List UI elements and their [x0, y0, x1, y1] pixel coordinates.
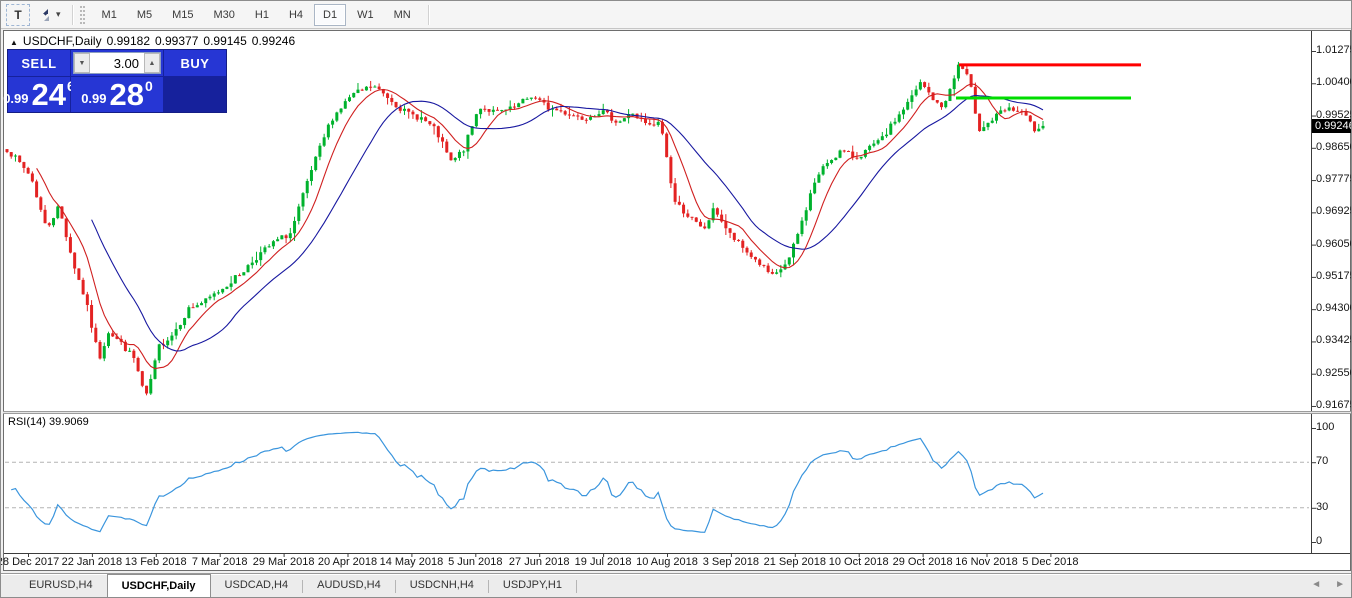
ohlc-open: 0.99182 [107, 34, 150, 48]
timeframe-button-m1[interactable]: M1 [93, 4, 126, 26]
chart-tab-eurusd[interactable]: EURUSD,H4 [15, 574, 107, 598]
chart-tab-audusd[interactable]: AUDUSD,H4 [303, 574, 395, 598]
timeframe-button-mn[interactable]: MN [385, 4, 420, 26]
buy-price-big-digits: 28 [110, 79, 144, 110]
chart-tabs: EURUSD,H4USDCHF,DailyUSDCAD,H4AUDUSD,H4U… [15, 574, 577, 598]
sell-price-prefix: 0.99 [3, 91, 28, 106]
rsi-indicator-label: RSI(14) 39.9069 [8, 416, 89, 428]
toolbar: T ▾ M1M5M15M30H1H4D1W1MN [1, 1, 1351, 29]
volume-box: ▼ 3.00 ▲ [73, 52, 161, 74]
chevron-down-icon: ▾ [56, 9, 61, 20]
tab-scroll-left-icon[interactable]: ◄ [1311, 579, 1321, 590]
volume-control: ▼ 3.00 ▲ [71, 50, 163, 76]
chart-tab-usdchf[interactable]: USDCHF,Daily [107, 574, 211, 598]
timeframe-button-group: M1M5M15M30H1H4D1W1MN [93, 4, 420, 26]
pane-divider[interactable] [3, 411, 1351, 414]
timeframe-button-m5[interactable]: M5 [128, 4, 161, 26]
collapse-panel-icon[interactable]: ▲ [10, 38, 18, 47]
timeframe-button-w1[interactable]: W1 [348, 4, 383, 26]
current-price-tag: 0.99246 [1312, 119, 1352, 133]
symbol-period-label: USDCHF,Daily [23, 34, 102, 48]
timeframe-button-h1[interactable]: H1 [246, 4, 278, 26]
ohlc-close: 0.99246 [252, 34, 295, 48]
one-click-trading-panel: SELL ▼ 3.00 ▲ BUY 0.99 24 6 0.99 28 0 [7, 49, 227, 113]
mt4-application-window: T ▾ M1M5M15M30H1H4D1W1MN 1.012751.004000… [0, 0, 1352, 598]
timeframe-button-d1[interactable]: D1 [314, 4, 346, 26]
ohlc-high: 0.99377 [155, 34, 198, 48]
buy-price-prefix: 0.99 [81, 91, 106, 106]
chart-tab-usdcad[interactable]: USDCAD,H4 [211, 574, 303, 598]
tab-scroll-controls: ◄ ► [1311, 579, 1345, 590]
timeframe-button-m15[interactable]: M15 [163, 4, 202, 26]
buy-price-pip-digit: 0 [145, 78, 153, 94]
text-tool-icon: T [14, 8, 21, 22]
chart-title: ▲ USDCHF,Daily 0.99182 0.99377 0.99145 0.9924… [10, 34, 295, 48]
rsi-name: RSI(14) [8, 416, 46, 428]
arrows-tool-icon [39, 8, 53, 22]
arrow-objects-button[interactable]: ▾ [36, 4, 64, 26]
text-label-tool-button[interactable]: T [6, 4, 30, 26]
chart-tabs-bar: EURUSD,H4USDCHF,DailyUSDCAD,H4AUDUSD,H4U… [1, 573, 1352, 598]
sell-price-quote[interactable]: 0.99 24 6 [8, 77, 70, 112]
volume-decrease-button[interactable]: ▼ [74, 53, 90, 73]
timeframe-button-m30[interactable]: M30 [205, 4, 244, 26]
tab-separator [576, 580, 577, 593]
rsi-value: 39.9069 [49, 416, 89, 428]
buy-price-quote[interactable]: 0.99 28 0 [71, 77, 163, 112]
buy-button[interactable]: BUY [164, 50, 226, 76]
sell-button[interactable]: SELL [8, 50, 70, 76]
sell-price-big-digits: 24 [32, 79, 66, 110]
timeframe-button-h4[interactable]: H4 [280, 4, 312, 26]
chart-tab-usdjpy[interactable]: USDJPY,H1 [489, 574, 576, 598]
volume-input[interactable]: 3.00 [90, 56, 144, 71]
toolbar-grip[interactable] [80, 6, 85, 24]
volume-increase-button[interactable]: ▲ [144, 53, 160, 73]
ohlc-low: 0.99145 [203, 34, 246, 48]
toolbar-separator [72, 5, 73, 25]
chart-tab-usdcnh[interactable]: USDCNH,H4 [396, 574, 488, 598]
toolbar-separator [428, 5, 429, 25]
tab-scroll-right-icon[interactable]: ► [1335, 579, 1345, 590]
